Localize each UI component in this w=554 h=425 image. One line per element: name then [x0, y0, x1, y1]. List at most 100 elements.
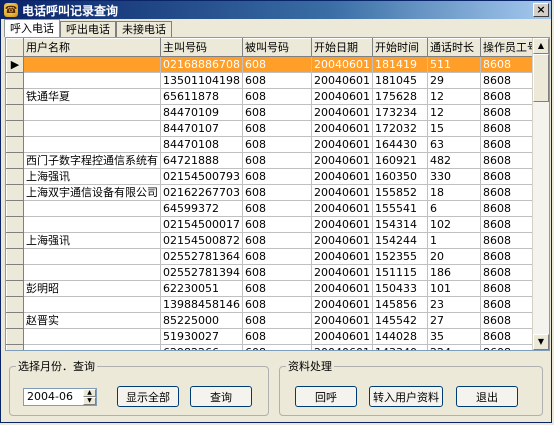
column-header-duration[interactable]: 通话时长	[426, 38, 481, 57]
cell-caller-number[interactable]: 02552781394	[160, 264, 243, 281]
cell-called-number[interactable]: 608	[241, 216, 312, 233]
cell-start-date[interactable]: 20040601	[310, 328, 373, 345]
cell-caller-number[interactable]: 62230051	[160, 280, 243, 297]
cell-start-time[interactable]: 152355	[371, 248, 428, 265]
cell-caller-number[interactable]: 02168886708	[160, 56, 243, 73]
row-indicator-cell[interactable]	[6, 216, 24, 233]
cell-start-time[interactable]: 151115	[371, 264, 428, 281]
cell-start-date[interactable]: 20040601	[310, 88, 373, 105]
row-indicator-cell[interactable]	[6, 168, 24, 185]
column-header-caller-number[interactable]: 主叫号码	[160, 38, 243, 57]
row-indicator-cell[interactable]	[6, 120, 24, 137]
cell-start-time[interactable]: 181419	[371, 56, 428, 73]
cell-duration[interactable]: 35	[426, 328, 481, 345]
cell-user-name[interactable]	[23, 344, 161, 350]
cell-start-date[interactable]: 20040601	[310, 264, 373, 281]
cell-start-date[interactable]: 20040601	[310, 104, 373, 121]
table-row[interactable]: 51930027 608 20040601 144028 35 8608	[6, 328, 543, 345]
row-indicator-cell[interactable]	[6, 264, 24, 281]
cell-duration[interactable]: 6	[426, 200, 481, 217]
cell-user-name[interactable]	[23, 120, 161, 137]
cell-start-time[interactable]: 173234	[371, 104, 428, 121]
cell-duration[interactable]: 101	[426, 280, 481, 297]
cell-start-date[interactable]: 20040601	[310, 248, 373, 265]
cell-start-time[interactable]: 155852	[371, 184, 428, 201]
table-row[interactable]: 02552781394 608 20040601 151115 186 8608	[6, 264, 543, 281]
cell-called-number[interactable]: 608	[241, 88, 312, 105]
row-indicator-cell[interactable]	[6, 232, 24, 249]
cell-caller-number[interactable]: 84470107	[160, 120, 243, 137]
cell-called-number[interactable]: 608	[241, 344, 312, 350]
cell-caller-number[interactable]: 65611878	[160, 88, 243, 105]
cell-called-number[interactable]: 608	[241, 168, 312, 185]
tab-incoming-calls[interactable]: 呼入电话	[4, 19, 60, 37]
cell-user-name[interactable]	[23, 264, 161, 281]
cell-start-date[interactable]: 20040601	[310, 280, 373, 297]
scroll-down-arrow-icon[interactable]: ▼	[533, 334, 549, 350]
cell-duration[interactable]: 23	[426, 296, 481, 313]
cell-start-time[interactable]: 143340	[371, 344, 428, 350]
cell-duration[interactable]: 29	[426, 72, 481, 89]
exit-button[interactable]: 退出	[456, 386, 518, 407]
cell-start-date[interactable]: 20040601	[310, 184, 373, 201]
row-indicator-cell[interactable]	[6, 136, 24, 153]
cell-start-date[interactable]: 20040601	[310, 232, 373, 249]
cell-caller-number[interactable]: 02154500793	[160, 168, 243, 185]
table-row[interactable]: 铁通华夏 65611878 608 20040601 175628 12 8608	[6, 88, 543, 105]
cell-caller-number[interactable]: 64599372	[160, 200, 243, 217]
cell-called-number[interactable]: 608	[241, 120, 312, 137]
cell-duration[interactable]: 20	[426, 248, 481, 265]
cell-called-number[interactable]: 608	[241, 184, 312, 201]
cell-user-name[interactable]	[23, 56, 161, 73]
cell-start-date[interactable]: 20040601	[310, 344, 373, 350]
row-indicator-cell[interactable]	[6, 72, 24, 89]
column-header-called-number[interactable]: 被叫号码	[241, 38, 312, 57]
table-row[interactable]: 84470107 608 20040601 172032 15 8608	[6, 120, 543, 137]
cell-user-name[interactable]	[23, 248, 161, 265]
tab-missed-calls[interactable]: 未接电话	[116, 21, 172, 37]
cell-start-date[interactable]: 20040601	[310, 216, 373, 233]
cell-user-name[interactable]: 赵晋实	[23, 312, 161, 329]
table-row[interactable]: 13501104198 608 20040601 181045 29 8608	[6, 72, 543, 89]
cell-duration[interactable]: 330	[426, 168, 481, 185]
cell-called-number[interactable]: 608	[241, 152, 312, 169]
cell-caller-number[interactable]: 84470108	[160, 136, 243, 153]
scroll-up-arrow-icon[interactable]: ▲	[533, 38, 549, 54]
row-indicator-cell[interactable]	[6, 296, 24, 313]
row-indicator-cell[interactable]	[6, 280, 24, 297]
cell-start-time[interactable]: 172032	[371, 120, 428, 137]
cell-start-date[interactable]: 20040601	[310, 56, 373, 73]
cell-caller-number[interactable]: 84470109	[160, 104, 243, 121]
cell-start-time[interactable]: 144028	[371, 328, 428, 345]
table-row[interactable]: 赵晋实 85225000 608 20040601 145542 27 8608	[6, 312, 543, 329]
table-row[interactable]: 13988458146 608 20040601 145856 23 8608	[6, 296, 543, 313]
vertical-scrollbar[interactable]: ▲ ▼	[532, 38, 549, 350]
cell-called-number[interactable]: 608	[241, 56, 312, 73]
cell-user-name[interactable]: 彭明昭	[23, 280, 161, 297]
cell-user-name[interactable]	[23, 328, 161, 345]
cell-called-number[interactable]: 608	[241, 280, 312, 297]
row-indicator-cell[interactable]	[6, 312, 24, 329]
cell-start-date[interactable]: 20040601	[310, 168, 373, 185]
transfer-to-user-data-button[interactable]: 转入用户资料	[369, 386, 443, 407]
column-header-user-name[interactable]: 用户名称	[23, 38, 161, 57]
show-all-button[interactable]: 显示全部	[117, 386, 179, 407]
cell-called-number[interactable]: 608	[241, 296, 312, 313]
table-row[interactable]: 上海强讯 02154500872 608 20040601 154244 1 8608	[6, 232, 543, 249]
cell-start-time[interactable]: 155541	[371, 200, 428, 217]
cell-start-time[interactable]: 154244	[371, 232, 428, 249]
row-indicator-cell[interactable]	[6, 184, 24, 201]
tab-outgoing-calls[interactable]: 呼出电话	[60, 21, 116, 37]
cell-start-time[interactable]: 164430	[371, 136, 428, 153]
query-button[interactable]: 查询	[190, 386, 252, 407]
cell-caller-number[interactable]: 64721888	[160, 152, 243, 169]
callback-button[interactable]: 回呼	[295, 386, 357, 407]
cell-called-number[interactable]: 608	[241, 312, 312, 329]
cell-user-name[interactable]: 上海强讯	[23, 232, 161, 249]
cell-start-date[interactable]: 20040601	[310, 200, 373, 217]
month-spinner[interactable]: 2004-06 ▲ ▼	[23, 388, 97, 406]
cell-duration[interactable]: 511	[426, 56, 481, 73]
cell-user-name[interactable]: 上海双宇通信设备有限公司	[23, 184, 161, 201]
scroll-thumb[interactable]	[533, 54, 549, 102]
cell-user-name[interactable]	[23, 200, 161, 217]
